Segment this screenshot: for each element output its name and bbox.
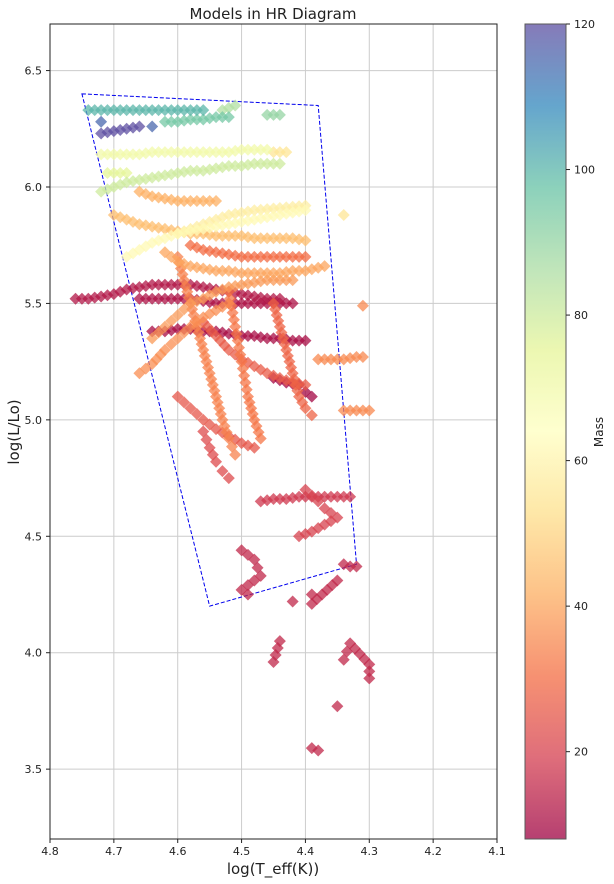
x-tick-label: 4.4 <box>297 845 315 858</box>
colorbar-tick-label: 80 <box>574 309 588 322</box>
data-point <box>344 490 357 503</box>
chart-title: Models in HR Diagram <box>190 5 357 23</box>
x-tick-label: 4.3 <box>361 845 379 858</box>
colorbar-tick-label: 20 <box>574 746 588 759</box>
y-tick-label: 5.0 <box>25 414 43 427</box>
x-tick-labels: 4.8 4.7 4.6 4.5 4.4 4.3 4.2 4.1 <box>41 839 506 858</box>
data-point <box>337 208 350 221</box>
data-point <box>299 250 312 263</box>
data-point <box>356 350 369 363</box>
colorbar <box>524 23 567 840</box>
data-point <box>363 672 376 685</box>
data-point <box>286 595 299 608</box>
data-point <box>299 334 312 347</box>
colorbar-tick-label: 40 <box>574 600 588 613</box>
data-point <box>286 297 299 310</box>
data-point <box>146 120 159 133</box>
colorbar-ticks: 20 40 60 80 100 120 <box>566 18 595 759</box>
y-tick-label: 4.0 <box>25 647 43 660</box>
colorbar-tick-label: 60 <box>574 455 588 468</box>
data-points <box>69 99 376 757</box>
data-point <box>363 404 376 417</box>
y-tick-labels: 3.5 4.0 4.5 5.0 5.5 6.0 6.5 <box>25 65 50 776</box>
data-point <box>356 299 369 312</box>
x-tick-label: 4.1 <box>488 845 506 858</box>
x-tick-label: 4.6 <box>169 845 187 858</box>
x-tick-label: 4.2 <box>424 845 442 858</box>
y-tick-label: 6.0 <box>25 181 43 194</box>
data-point <box>273 108 286 121</box>
y-tick-label: 3.5 <box>25 763 43 776</box>
data-point <box>350 560 363 573</box>
y-tick-label: 4.5 <box>25 530 43 543</box>
y-axis-label: log(L/Lo) <box>5 399 23 464</box>
y-tick-label: 5.5 <box>25 297 43 310</box>
data-point <box>331 700 344 713</box>
data-point <box>197 104 210 117</box>
x-tick-label: 4.5 <box>233 845 251 858</box>
hr-diagram-chart: Models in HR Diagram 4.8 4.7 4.6 4.5 4.4 4.3 4… <box>5 5 606 879</box>
data-point <box>210 194 223 207</box>
x-axis-label: log(T_eff(K)) <box>227 860 319 879</box>
colorbar-tick-label: 120 <box>574 18 595 31</box>
y-tick-label: 6.5 <box>25 65 43 78</box>
data-point <box>273 157 286 170</box>
data-point <box>280 146 293 159</box>
data-point <box>95 115 108 128</box>
colorbar-label: Mass <box>592 417 606 447</box>
x-tick-label: 4.8 <box>41 845 59 858</box>
x-tick-label: 4.7 <box>105 845 123 858</box>
colorbar-tick-label: 100 <box>574 164 595 177</box>
